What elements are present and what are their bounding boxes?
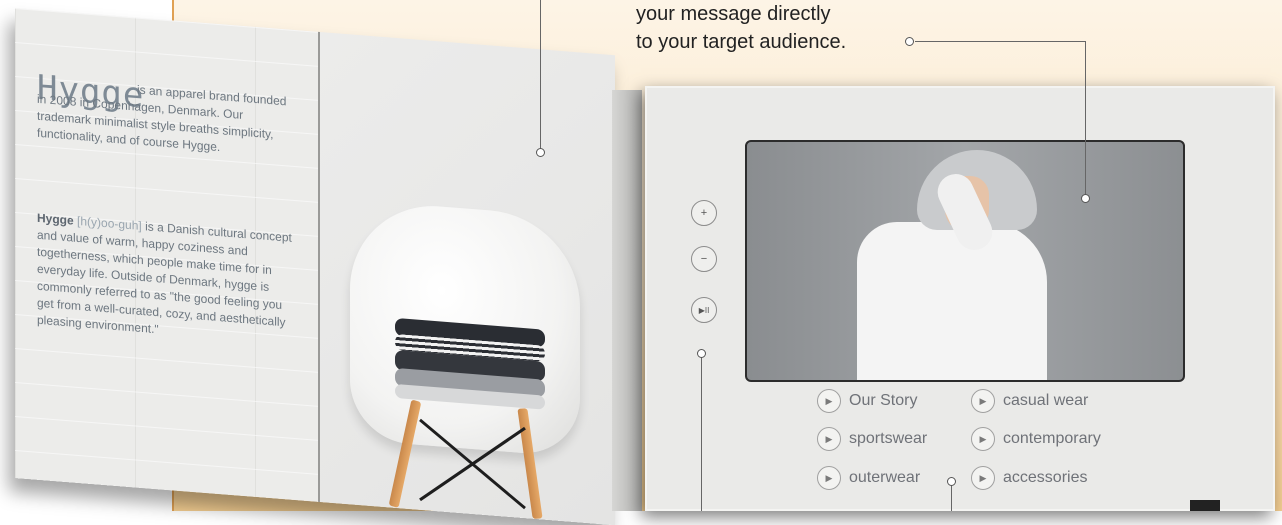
- left-brochure: Hygge is an apparel brand founded in 200…: [15, 8, 615, 525]
- callout-line: [915, 41, 1085, 42]
- brand-definition: Hygge [h(y)oo-guh] is a Danish cultural …: [37, 210, 299, 350]
- callout-dot: [697, 349, 706, 358]
- menu-item-label: accessories: [1003, 469, 1088, 486]
- chair-crossbar: [419, 418, 526, 510]
- callout-dot: [947, 477, 956, 486]
- menu-item-contemporary[interactable]: ▶ contemporary: [971, 427, 1101, 451]
- menu-item-outerwear[interactable]: ▶ outerwear: [817, 466, 920, 490]
- menu-item-sportswear[interactable]: ▶ sportswear: [817, 427, 927, 451]
- play-pause-button[interactable]: ▶II: [691, 297, 717, 323]
- menu-item-label: Our Story: [849, 392, 918, 409]
- callout-dot: [905, 37, 914, 46]
- callout-dot: [1081, 194, 1090, 203]
- menu-item-our-story[interactable]: ▶ Our Story: [817, 389, 917, 413]
- play-icon: ▶: [817, 466, 841, 490]
- corner-element: [1190, 500, 1220, 511]
- headline-line-1: your message directly: [636, 3, 831, 25]
- play-icon: ▶: [971, 466, 995, 490]
- brand-intro-text: is an apparel brand founded in 2008 in C…: [37, 82, 287, 155]
- callout-line: [540, 0, 541, 150]
- menu-item-label: contemporary: [1003, 430, 1101, 447]
- brochure-text-page: Hygge is an apparel brand founded in 200…: [15, 8, 320, 503]
- display-fold: [612, 90, 642, 511]
- menu-item-label: sportswear: [849, 430, 928, 447]
- headline: your message directly to your target aud…: [636, 0, 846, 56]
- interactive-display: + − ▶II ▶ Our Story ▶ casual wear ▶ spor…: [645, 86, 1275, 511]
- zoom-in-button[interactable]: +: [691, 200, 717, 226]
- menu-item-casual-wear[interactable]: ▶ casual wear: [971, 389, 1088, 413]
- menu-item-label: casual wear: [1003, 392, 1089, 409]
- menu-item-label: outerwear: [849, 469, 921, 486]
- definition-pronunciation: [h(y)oo-guh]: [77, 213, 142, 233]
- model-body: [857, 222, 1047, 380]
- zoom-out-button[interactable]: −: [691, 246, 717, 272]
- menu-item-accessories[interactable]: ▶ accessories: [971, 466, 1087, 490]
- callout-dot: [536, 148, 545, 157]
- definition-text: is a Danish cultural concept and value o…: [37, 219, 292, 337]
- play-icon: ▶: [971, 389, 995, 413]
- brochure-photo-page: [320, 32, 615, 525]
- callout-line: [701, 356, 702, 511]
- callout-line: [1085, 41, 1086, 196]
- play-icon: ▶: [817, 427, 841, 451]
- headline-line-2: to your target audience.: [636, 31, 847, 53]
- play-pause-icon: ▶II: [698, 305, 710, 315]
- callout-line: [951, 484, 952, 511]
- definition-term: Hygge: [37, 210, 74, 228]
- play-icon: ▶: [817, 389, 841, 413]
- plus-icon: +: [700, 207, 708, 219]
- play-icon: ▶: [971, 427, 995, 451]
- minus-icon: −: [700, 253, 708, 265]
- brand-intro: is an apparel brand founded in 2008 in C…: [37, 74, 297, 162]
- video-player[interactable]: [745, 140, 1185, 382]
